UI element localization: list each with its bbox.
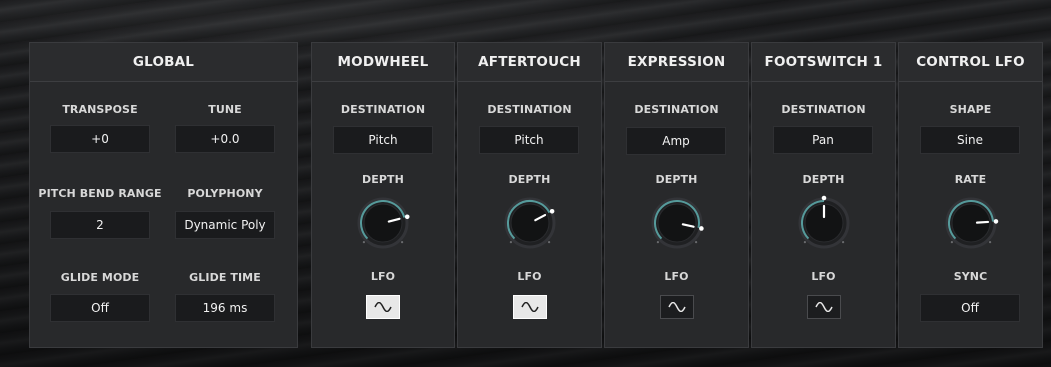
knob-graphic <box>798 195 850 249</box>
aftertouch-depth-label: DEPTH <box>508 173 551 186</box>
polyphony-label: POLYPHONY <box>187 187 263 200</box>
modwheel-depth-knob[interactable] <box>355 195 411 251</box>
tune-label: TUNE <box>208 103 242 116</box>
control-lfo-rate-label: RATE <box>954 173 987 186</box>
knob-range-dot <box>988 240 992 244</box>
knob-range-dot <box>509 240 513 244</box>
knob-range-dot <box>950 240 954 244</box>
knob-indicator-dot <box>549 209 555 214</box>
knob-body <box>510 203 550 243</box>
aftertouch-depth-knob[interactable] <box>502 195 558 251</box>
control-lfo-rate-knob[interactable] <box>943 195 999 251</box>
knob-range-dot <box>841 240 845 244</box>
sine-wave-icon <box>815 302 833 312</box>
knob-range-dot <box>656 240 660 244</box>
footswitch1-lfo-label: LFO <box>811 270 836 283</box>
footswitch1-title: FOOTSWITCH 1 <box>752 43 895 82</box>
modwheel-depth-label: DEPTH <box>362 173 404 186</box>
expression-lfo-toggle[interactable] <box>660 295 694 319</box>
footswitch1-destination-field[interactable]: Pan <box>773 126 873 154</box>
control-lfo-sync-label: SYNC <box>953 270 988 283</box>
knob-graphic <box>504 197 556 249</box>
expression-panel: EXPRESSION DESTINATION Amp DEPTH LFO <box>604 42 749 348</box>
footswitch1-depth-knob[interactable] <box>796 195 852 251</box>
expression-destination-field[interactable]: Amp <box>626 127 726 155</box>
footswitch1-lfo-toggle[interactable] <box>807 295 841 319</box>
knob-graphic <box>651 197 704 249</box>
expression-depth-label: DEPTH <box>655 173 698 186</box>
glide-mode-label: GLIDE MODE <box>60 271 140 284</box>
transpose-label: TRANSPOSE <box>62 103 138 116</box>
expression-destination-label: DESTINATION <box>634 103 719 116</box>
control-lfo-shape-label: SHAPE <box>949 103 992 116</box>
knob-range-dot <box>803 240 807 244</box>
expression-depth-knob[interactable] <box>649 195 705 251</box>
transpose-field[interactable]: +0 <box>50 125 150 153</box>
expression-lfo-label: LFO <box>664 270 689 283</box>
knob-range-dot <box>694 240 698 244</box>
knob-range-dot <box>400 240 404 244</box>
footswitch1-destination-label: DESTINATION <box>781 103 866 116</box>
control-lfo-sync-field[interactable]: Off <box>920 294 1020 322</box>
aftertouch-title: AFTERTOUCH <box>458 43 601 82</box>
modwheel-lfo-toggle[interactable] <box>366 295 400 319</box>
knob-graphic <box>357 197 410 249</box>
aftertouch-lfo-toggle[interactable] <box>513 295 547 319</box>
global-title: GLOBAL <box>30 43 297 82</box>
control-lfo-title: CONTROL LFO <box>899 43 1042 82</box>
aftertouch-destination-field[interactable]: Pitch <box>479 126 579 154</box>
polyphony-field[interactable]: Dynamic Poly <box>175 211 275 239</box>
modwheel-panel: MODWHEEL DESTINATION Pitch DEPTH LFO <box>311 42 455 348</box>
knob-graphic <box>945 197 999 249</box>
knob-range-dot <box>362 240 366 244</box>
sine-wave-icon <box>374 302 392 312</box>
tune-field[interactable]: +0.0 <box>175 125 275 153</box>
sine-wave-icon <box>668 302 686 312</box>
knob-pointer <box>975 220 990 224</box>
modwheel-destination-field[interactable]: Pitch <box>333 126 433 154</box>
knob-range-dot <box>547 240 551 244</box>
aftertouch-destination-label: DESTINATION <box>487 103 572 116</box>
footswitch1-panel: FOOTSWITCH 1 DESTINATION Pan DEPTH LFO <box>751 42 896 348</box>
pitch-bend-range-label: PITCH BEND RANGE <box>38 187 162 200</box>
sine-wave-icon <box>521 302 539 312</box>
knob-body <box>363 203 403 243</box>
modwheel-lfo-label: LFO <box>370 270 396 283</box>
knob-indicator-dot <box>821 195 827 201</box>
global-panel: GLOBAL TRANSPOSE +0 TUNE +0.0 PITCH BEND… <box>29 42 298 348</box>
knob-body <box>657 203 697 243</box>
glide-mode-field[interactable]: Off <box>50 294 150 322</box>
pitch-bend-range-field[interactable]: 2 <box>50 211 150 239</box>
knob-indicator-dot <box>993 219 999 224</box>
control-lfo-shape-field[interactable]: Sine <box>920 126 1020 154</box>
knob-indicator-dot <box>699 226 704 231</box>
control-lfo-panel: CONTROL LFO SHAPE Sine RATE SYNC Off <box>898 42 1043 348</box>
modwheel-title: MODWHEEL <box>312 43 454 82</box>
footswitch1-depth-label: DEPTH <box>802 173 845 186</box>
glide-time-label: GLIDE TIME <box>189 271 261 284</box>
aftertouch-panel: AFTERTOUCH DESTINATION Pitch DEPTH LFO <box>457 42 602 348</box>
modwheel-destination-label: DESTINATION <box>340 103 426 116</box>
expression-title: EXPRESSION <box>605 43 748 82</box>
knob-indicator-dot <box>404 214 410 220</box>
aftertouch-lfo-label: LFO <box>517 270 542 283</box>
glide-time-field[interactable]: 196 ms <box>175 294 275 322</box>
